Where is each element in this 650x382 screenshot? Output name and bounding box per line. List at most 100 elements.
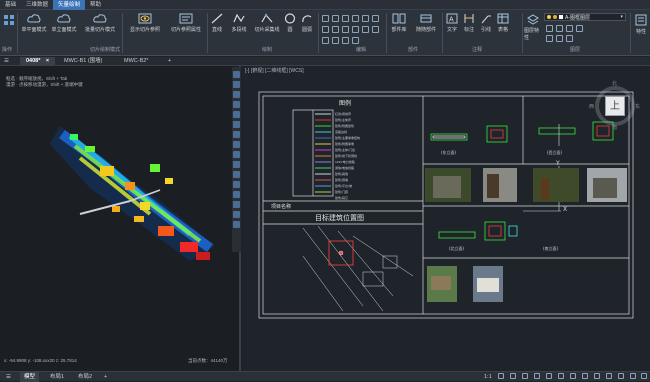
layer-previous-icon[interactable] — [556, 35, 563, 42]
lineweight-icon[interactable] — [558, 373, 564, 379]
filter-icon[interactable] — [233, 141, 240, 148]
single-elevation-mode-label: 单立面模式 — [51, 27, 77, 33]
ribbon-separator — [442, 13, 443, 53]
selection-cycle-icon[interactable] — [582, 373, 588, 379]
layer-dropdown[interactable]: A-图框图层 ▾ — [544, 13, 626, 21]
clip-icon[interactable] — [233, 131, 240, 138]
layer-color-swatch — [559, 15, 563, 19]
line-button[interactable]: 直线 — [209, 13, 225, 33]
zoom-icon[interactable] — [233, 91, 240, 98]
menu-base[interactable]: 基础 — [0, 0, 21, 10]
stretch-icon[interactable] — [322, 37, 329, 44]
text-button[interactable]: A 文字 — [445, 13, 459, 33]
layer-match-icon[interactable] — [546, 35, 553, 42]
tab-home[interactable]: 0408* × — [20, 57, 56, 66]
table-button[interactable]: 表格 — [496, 13, 510, 33]
annotation-scale-icon[interactable] — [594, 373, 600, 379]
tab-mwc-b2[interactable]: MWC-B2* — [118, 57, 154, 66]
layer-view-icon[interactable] — [233, 181, 240, 188]
table-label: 表格 — [497, 27, 508, 33]
menu-3d-data[interactable]: 三维数据 — [21, 0, 53, 10]
section-icon[interactable] — [233, 171, 240, 178]
offset-icon[interactable] — [342, 26, 349, 33]
ortho-icon[interactable] — [522, 373, 528, 379]
slice-capture-line-button[interactable]: 切片采集线 — [253, 13, 281, 33]
polar-icon[interactable] — [534, 373, 540, 379]
color-mode-icon[interactable] — [233, 151, 240, 158]
layer-lock-icon[interactable] — [576, 25, 583, 32]
grid-icon[interactable] — [510, 373, 516, 379]
slice-reference-props-button[interactable]: 切片参照属性 — [166, 13, 206, 33]
ribbon-separator — [386, 13, 387, 53]
explode-icon[interactable] — [372, 26, 379, 33]
layer-properties-button[interactable]: 图层特性 — [524, 14, 542, 41]
copy-icon[interactable] — [332, 15, 339, 22]
menu-vector-draw[interactable]: 矢量绘制 — [53, 0, 86, 10]
select-icon[interactable] — [233, 111, 240, 118]
chamfer-icon[interactable] — [352, 37, 359, 44]
join-icon[interactable] — [342, 37, 349, 44]
layer-walk-icon[interactable] — [566, 35, 573, 42]
mirror-icon[interactable] — [352, 15, 359, 22]
leader-label: 引线 — [480, 27, 491, 33]
component-library-button[interactable]: 部件库 — [389, 13, 409, 33]
show-slice-reference-button[interactable]: 显示切片参照 — [125, 13, 165, 33]
batch-slice-mode-button[interactable]: 批量切片模式 — [80, 13, 120, 33]
batch-slice-mode-label: 批量切片模式 — [84, 27, 115, 33]
workspace-icon[interactable] — [606, 373, 612, 379]
line-label: 直线 — [211, 27, 222, 33]
drawing-viewport[interactable]: [-] [俯视] [二维线框] [WCS] 图例 红线/用地界 建筑/主体界 建… — [243, 66, 650, 371]
move-icon[interactable] — [322, 15, 329, 22]
measure-icon[interactable] — [233, 121, 240, 128]
pan-icon[interactable] — [233, 81, 240, 88]
coordinate-readout: x: -94.9908 y: -108.xxx20 z: 25.7814 — [4, 358, 77, 363]
view-tool-icon[interactable] — [233, 71, 240, 78]
tab-mwc-b1[interactable]: MWC-B1 (围墙) — [58, 57, 109, 66]
dimension-button[interactable]: 标注 — [462, 13, 476, 33]
viewcube-top-face[interactable]: 上 — [605, 96, 625, 116]
menu-help[interactable]: 帮助 — [85, 0, 106, 10]
fullscreen-icon[interactable] — [630, 373, 636, 379]
layer-isolate-icon[interactable] — [546, 25, 553, 32]
snap-icon[interactable] — [498, 373, 504, 379]
scale-icon[interactable] — [362, 15, 369, 22]
rotate-icon[interactable] — [342, 15, 349, 22]
sun-icon — [553, 15, 557, 19]
follow-component-button[interactable]: 随随部件 — [412, 13, 440, 33]
point-cloud-viewport[interactable]: 框选 · 顺序缩放视，Shift + Tab 漫游 · 点按移动漫游，Shift… — [0, 66, 241, 371]
single-plane-mode-button[interactable]: 单平面模式 — [20, 13, 48, 33]
layer-freeze-icon[interactable] — [556, 25, 563, 32]
properties-button[interactable]: 特性 — [633, 14, 649, 35]
capture-icon[interactable] — [233, 191, 240, 198]
isolate-icon[interactable] — [618, 373, 624, 379]
settings-icon[interactable] — [233, 201, 240, 208]
ucs-x-label: X — [563, 206, 568, 213]
operation-button[interactable] — [2, 14, 16, 28]
polyline-button[interactable]: 多段线 — [228, 13, 250, 33]
properties-icon — [179, 13, 193, 24]
single-elevation-mode-button[interactable]: 单立面模式 — [50, 13, 78, 33]
transparency-icon[interactable] — [570, 373, 576, 379]
slice-capture-line-label: 切片采集线 — [254, 27, 280, 33]
customize-icon[interactable] — [641, 373, 647, 379]
orbit-icon[interactable] — [233, 101, 240, 108]
viewcube[interactable]: 上 北 南 东 西 — [587, 78, 643, 134]
delete-icon[interactable] — [372, 15, 379, 22]
point-size-icon[interactable] — [233, 161, 240, 168]
leader-button[interactable]: 引线 — [479, 13, 493, 33]
break-icon[interactable] — [332, 37, 339, 44]
trim-icon[interactable] — [322, 26, 329, 33]
circle-button[interactable]: 圆 — [284, 13, 296, 33]
arc-button[interactable]: 圆弧 — [300, 13, 314, 33]
info-icon[interactable] — [233, 211, 240, 218]
hamburger-menu-icon[interactable]: ☰ — [2, 57, 14, 66]
extend-icon[interactable] — [332, 26, 339, 33]
document-tab-bar: ☰ 0408* × MWC-B1 (围墙) MWC-B2* + — [0, 57, 650, 66]
array-icon[interactable] — [362, 26, 369, 33]
add-tab-button[interactable]: + — [162, 57, 177, 66]
close-icon[interactable]: × — [46, 58, 49, 64]
export-icon[interactable] — [233, 221, 240, 228]
fillet-icon[interactable] — [352, 26, 359, 33]
osnap-icon[interactable] — [546, 373, 552, 379]
layer-off-icon[interactable] — [566, 25, 573, 32]
